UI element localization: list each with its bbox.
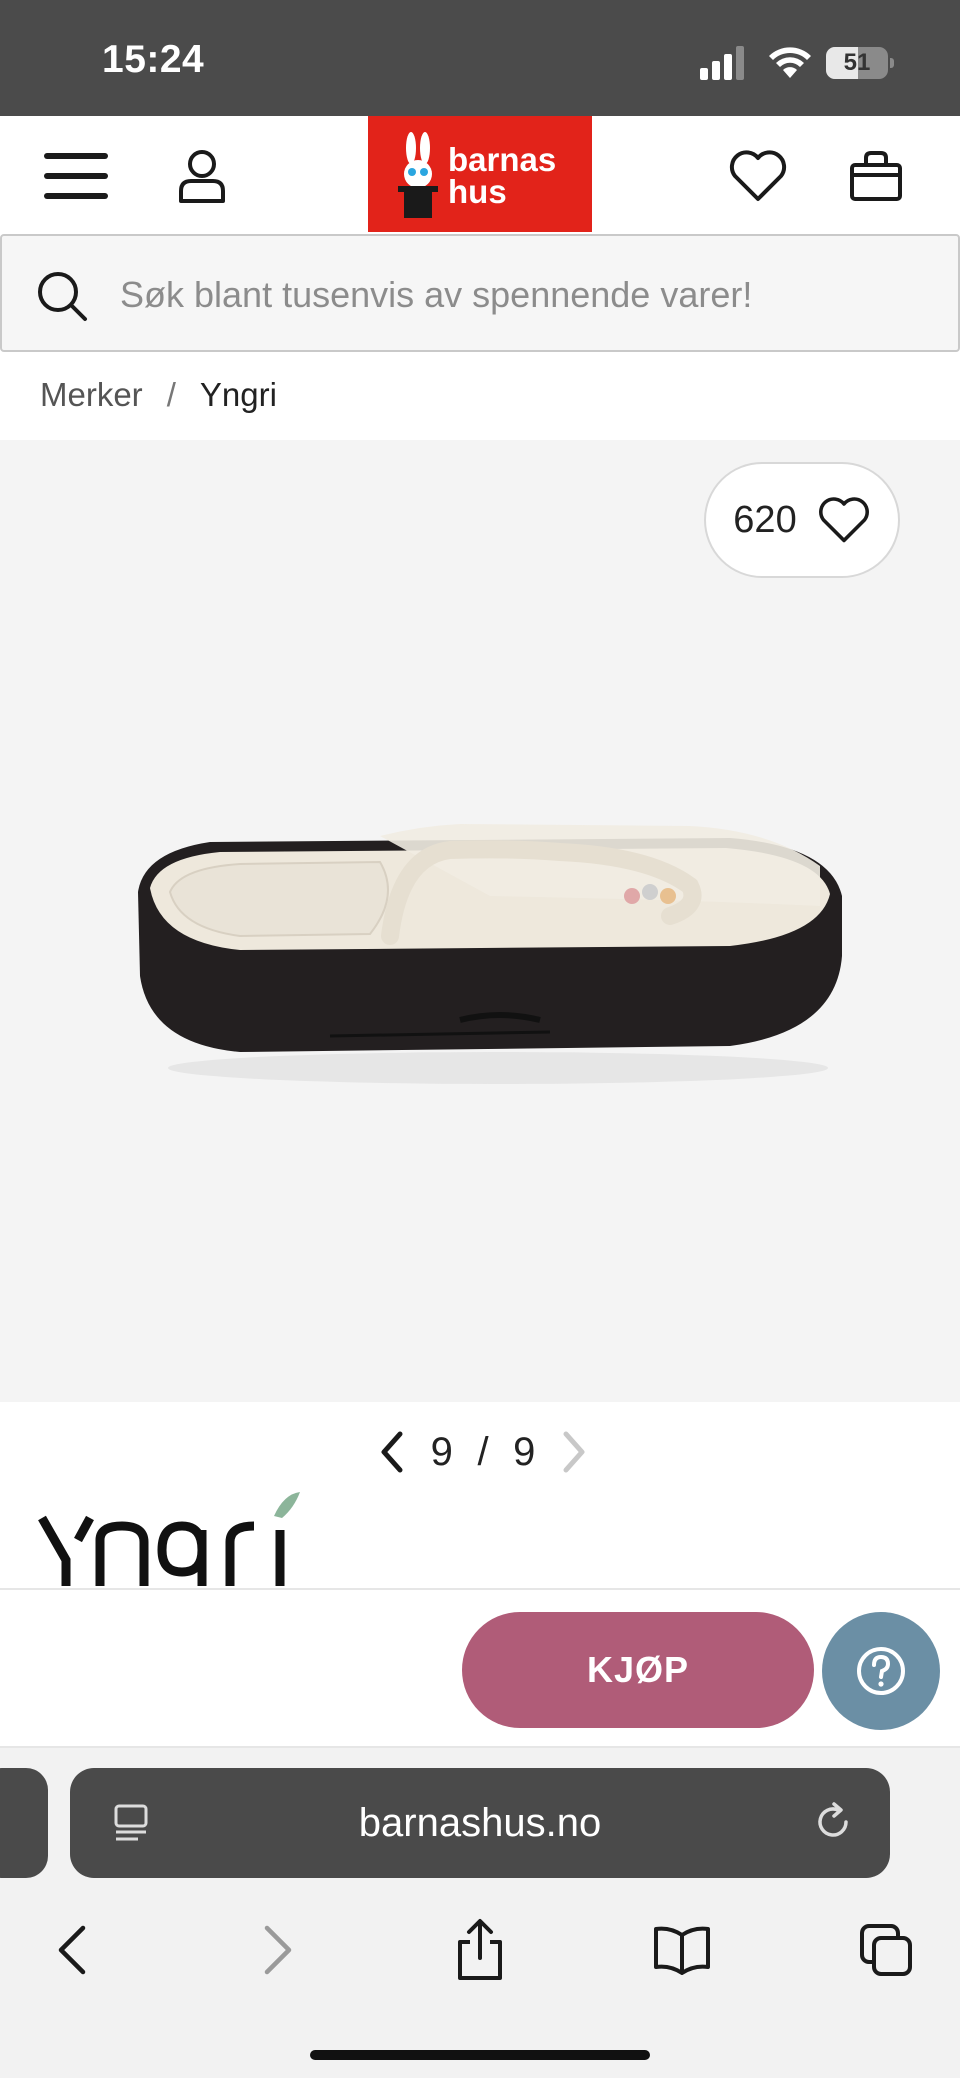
product-image — [138, 824, 842, 1084]
reload-icon[interactable] — [812, 1800, 856, 1844]
logo-text-line2: hus — [448, 173, 507, 210]
breadcrumb-link-merker[interactable]: Merker — [40, 376, 143, 414]
status-bar: 15:24 51 — [0, 0, 960, 116]
rabbit-logo-icon — [398, 132, 438, 218]
search-bar[interactable] — [0, 234, 960, 352]
status-time: 15:24 — [102, 38, 205, 81]
wishlist-button[interactable] — [718, 136, 798, 216]
buy-button[interactable]: KJØP — [462, 1612, 814, 1728]
cart-button[interactable] — [836, 136, 916, 216]
favorite-count: 620 — [733, 498, 797, 541]
search-icon — [38, 272, 87, 321]
gallery-total: 9 — [513, 1429, 536, 1474]
breadcrumb-separator: / — [166, 376, 176, 413]
forward-arrow-icon — [264, 1925, 292, 1975]
breadcrumb-current: Yngri — [199, 376, 277, 413]
question-icon — [857, 1647, 905, 1695]
buy-bar: KJØP — [0, 1588, 960, 1748]
gallery-index-separator: / — [477, 1429, 489, 1474]
barnashus-logo[interactable]: barnas hus — [368, 116, 592, 232]
browser-back-button[interactable] — [32, 1910, 112, 1990]
product-gallery[interactable]: 620 — [0, 440, 960, 1402]
address-bar[interactable]: barnashus.no — [70, 1768, 890, 1878]
share-icon — [458, 1919, 502, 1980]
search-input[interactable] — [120, 270, 940, 320]
home-indicator — [310, 2050, 650, 2060]
yngri-logo — [38, 1492, 300, 1586]
back-arrow-icon — [58, 1925, 86, 1975]
chevron-right-icon[interactable] — [560, 1430, 588, 1474]
battery-percent: 51 — [843, 49, 871, 76]
account-icon — [179, 150, 225, 203]
gallery-pager: 9 / 9 — [378, 1424, 588, 1480]
bookmarks-button[interactable] — [642, 1910, 722, 1990]
site-header: barnas hus — [0, 116, 960, 232]
previous-tab[interactable] — [0, 1768, 48, 1878]
help-button[interactable] — [822, 1612, 940, 1730]
bag-icon — [850, 151, 902, 201]
url-text: barnashus.no — [358, 1801, 602, 1845]
tabs-button[interactable] — [846, 1910, 926, 1990]
browser-toolbar: barnashus.no — [0, 1748, 960, 2078]
menu-button[interactable] — [36, 136, 116, 216]
brand-logo[interactable] — [38, 1490, 318, 1586]
book-icon — [654, 1926, 710, 1975]
breadcrumb: Merker / Yngri — [40, 376, 277, 414]
menu-icon — [44, 153, 108, 199]
account-button[interactable] — [162, 136, 242, 216]
share-button[interactable] — [440, 1910, 520, 1990]
battery-icon: 51 — [826, 47, 896, 79]
heart-icon — [729, 150, 787, 201]
tabs-icon — [860, 1924, 912, 1976]
logo-text-line1: barnas — [448, 141, 557, 178]
browser-forward-button[interactable] — [238, 1910, 318, 1990]
wifi-icon — [769, 47, 811, 78]
cellular-signal-icon — [700, 46, 744, 80]
favorite-button[interactable]: 620 — [704, 462, 900, 578]
heart-icon — [818, 497, 869, 543]
gallery-current-index: 9 — [430, 1429, 453, 1474]
chevron-left-icon[interactable] — [378, 1430, 406, 1474]
